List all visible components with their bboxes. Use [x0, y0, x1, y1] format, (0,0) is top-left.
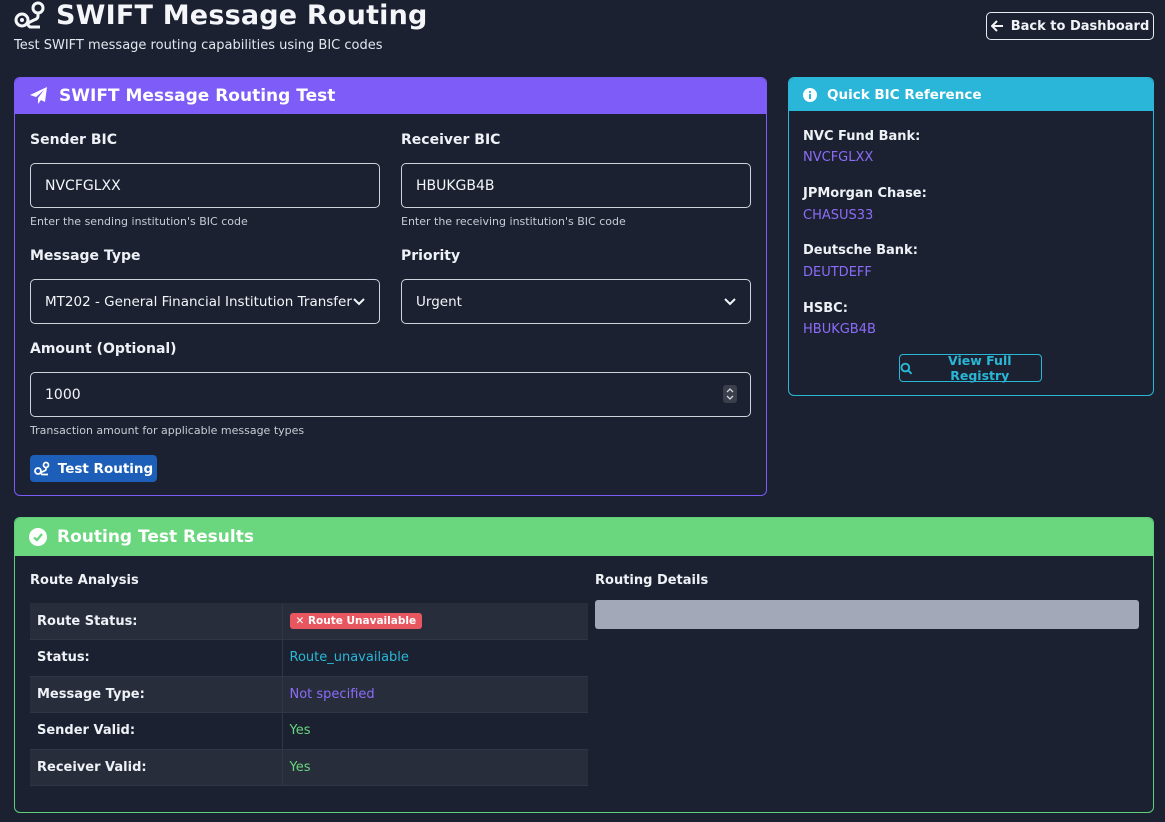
page-title: SWIFT Message Routing — [56, 0, 428, 31]
bic-entry-code: NVCFGLXX — [803, 150, 874, 165]
test-routing-label: Test Routing — [57, 460, 154, 477]
message-type-result-label: Message Type: — [30, 676, 283, 713]
routing-results-card: Routing Test Results Route Analysis Rout… — [14, 517, 1154, 813]
back-button-label: Back to Dashboard — [1010, 18, 1150, 34]
bic-reference-title: Quick BIC Reference — [827, 86, 982, 103]
sender-bic-input[interactable] — [30, 163, 380, 208]
table-row: Message Type: Not specified — [30, 676, 588, 713]
route-icon — [33, 461, 50, 476]
receiver-valid-label: Receiver Valid: — [30, 749, 283, 786]
spinner-arrows-icon — [726, 388, 734, 400]
sender-valid-value: Yes — [282, 712, 588, 750]
routing-test-card: SWIFT Message Routing Test Sender BIC En… — [14, 77, 767, 496]
sender-bic-hint: Enter the sending institution's BIC code — [30, 215, 248, 228]
receiver-bic-label: Receiver BIC — [401, 132, 501, 148]
route-status-cell: ✕ Route Unavailable — [282, 603, 588, 640]
paper-plane-icon — [30, 87, 47, 104]
chevron-down-icon — [353, 297, 365, 305]
message-type-select[interactable]: MT202 - General Financial Institution Tr… — [30, 279, 380, 324]
bic-reference-header: Quick BIC Reference — [789, 78, 1153, 111]
routing-test-card-header: SWIFT Message Routing Test — [15, 78, 766, 114]
bic-reference-card: Quick BIC Reference NVC Fund Bank: NVCFG… — [788, 77, 1154, 396]
test-routing-button[interactable]: Test Routing — [30, 455, 157, 482]
priority-value: Urgent — [416, 293, 462, 310]
sender-valid-label: Sender Valid: — [30, 712, 283, 750]
amount-hint: Transaction amount for applicable messag… — [30, 424, 305, 437]
bic-entry-name: JPMorgan Chase: — [803, 186, 927, 201]
route-analysis-table: Route Status: ✕ Route Unavailable Status… — [30, 603, 588, 786]
bic-entry-name: NVC Fund Bank: — [803, 129, 921, 144]
route-icon — [14, 1, 45, 29]
receiver-bic-input[interactable] — [401, 163, 751, 208]
table-row: Sender Valid: Yes — [30, 712, 588, 750]
receiver-valid-value: Yes — [282, 749, 588, 786]
amount-spinner[interactable] — [723, 385, 737, 403]
status-label: Status: — [30, 639, 283, 677]
chevron-down-icon — [724, 297, 736, 305]
amount-input[interactable] — [30, 372, 751, 417]
bic-entry-name: HSBC: — [803, 301, 848, 316]
bic-entry-code: DEUTDEFF — [803, 265, 872, 280]
arrow-left-icon — [990, 20, 1003, 32]
message-type-value: MT202 - General Financial Institution Tr… — [45, 293, 352, 310]
bic-entry-code: HBUKGB4B — [803, 322, 876, 337]
receiver-bic-hint: Enter the receiving institution's BIC co… — [401, 215, 626, 228]
message-type-label: Message Type — [30, 248, 141, 264]
page-header: SWIFT Message Routing Test SWIFT message… — [14, 0, 1154, 60]
routing-results-header: Routing Test Results — [15, 518, 1153, 556]
route-analysis-title: Route Analysis — [30, 573, 139, 588]
priority-select[interactable]: Urgent — [401, 279, 751, 324]
check-circle-icon — [29, 528, 47, 546]
back-to-dashboard-button[interactable]: Back to Dashboard — [986, 12, 1154, 40]
status-value: Route_unavailable — [282, 639, 588, 677]
search-icon — [900, 362, 913, 374]
priority-label: Priority — [401, 248, 461, 264]
page-subtitle: Test SWIFT message routing capabilities … — [14, 38, 383, 53]
sender-bic-label: Sender BIC — [30, 132, 117, 148]
routing-details-title: Routing Details — [595, 573, 709, 588]
routing-results-title: Routing Test Results — [57, 527, 254, 547]
routing-test-card-title: SWIFT Message Routing Test — [59, 86, 336, 106]
routing-details-placeholder — [595, 600, 1139, 629]
table-row: Route Status: ✕ Route Unavailable — [30, 603, 588, 640]
info-icon — [803, 87, 817, 102]
status-badge: ✕ Route Unavailable — [289, 613, 423, 629]
bic-entry-name: Deutsche Bank: — [803, 243, 918, 258]
amount-field-wrapper — [30, 372, 751, 417]
view-full-registry-label: View Full Registry — [948, 353, 1012, 383]
bic-entry-code: CHASUS33 — [803, 208, 874, 223]
table-row: Receiver Valid: Yes — [30, 749, 588, 786]
route-status-label: Route Status: — [30, 603, 283, 640]
view-full-registry-button[interactable]: View Full Registry — [899, 353, 1042, 383]
message-type-result-value: Not specified — [282, 676, 588, 713]
amount-label: Amount (Optional) — [30, 341, 177, 357]
table-row: Status: Route_unavailable — [30, 639, 588, 677]
